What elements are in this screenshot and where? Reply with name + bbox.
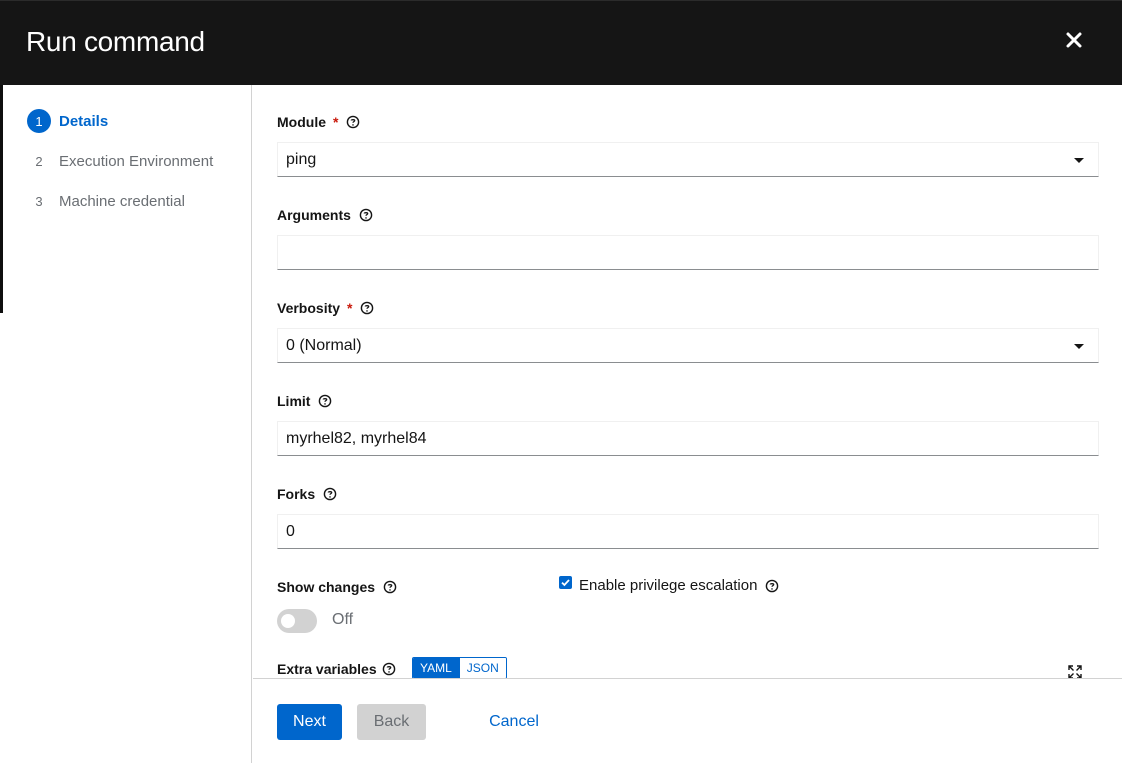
back-button[interactable]: Back <box>357 704 426 740</box>
help-icon[interactable] <box>318 394 332 408</box>
forks-label: Forks <box>277 486 337 502</box>
caret-down-icon <box>1074 158 1084 163</box>
wizard-footer: Next Back Cancel <box>253 678 1122 763</box>
help-icon[interactable] <box>346 115 360 129</box>
help-icon[interactable] <box>765 579 779 593</box>
show-changes-label: Show changes <box>277 579 397 595</box>
forks-input[interactable]: 0 <box>277 514 1099 549</box>
step-number: 1 <box>27 109 51 133</box>
help-icon[interactable] <box>383 580 397 594</box>
arguments-label: Arguments <box>277 207 373 223</box>
close-icon[interactable] <box>1064 30 1084 50</box>
help-icon[interactable] <box>360 301 374 315</box>
wizard-nav: 1 Details 2 Execution Environment 3 Mach… <box>3 85 252 763</box>
privilege-escalation-label: Enable privilege escalation <box>579 577 779 594</box>
step-label: Execution Environment <box>59 152 214 170</box>
step-label: Machine credential <box>59 192 185 210</box>
extra-variables-label: Extra variables <box>277 661 396 677</box>
toggle-state-label: Off <box>332 611 354 628</box>
next-button[interactable]: Next <box>277 704 342 740</box>
modal-title: Run command <box>26 26 205 57</box>
help-icon[interactable] <box>323 487 337 501</box>
module-select[interactable]: ping <box>277 142 1099 177</box>
wizard-step-machine-credential[interactable]: 3 Machine credential <box>27 189 185 213</box>
wizard-step-execution-environment[interactable]: 2 Execution Environment <box>27 149 213 173</box>
yaml-toggle[interactable]: YAML <box>413 658 459 678</box>
verbosity-select[interactable]: 0 (Normal) <box>277 328 1099 363</box>
json-toggle[interactable]: JSON <box>458 658 506 678</box>
arguments-input[interactable] <box>277 235 1099 270</box>
cancel-button[interactable]: Cancel <box>481 704 547 740</box>
privilege-escalation-checkbox[interactable] <box>559 576 572 589</box>
limit-input[interactable]: myrhel82, myrhel84 <box>277 421 1099 456</box>
wizard-step-details[interactable]: 1 Details <box>27 109 108 133</box>
checkmark-icon <box>561 579 570 587</box>
modal-header: Run command <box>0 0 1122 85</box>
step-number: 3 <box>35 193 43 209</box>
step-number: 2 <box>35 153 43 169</box>
caret-down-icon <box>1074 344 1084 349</box>
verbosity-label: Verbosity * <box>277 300 374 316</box>
module-label: Module * <box>277 114 360 130</box>
help-icon[interactable] <box>382 662 396 676</box>
limit-label: Limit <box>277 393 332 409</box>
help-icon[interactable] <box>359 208 373 222</box>
format-toggle-group: YAML JSON <box>412 657 507 679</box>
expand-icon[interactable] <box>1068 665 1082 679</box>
step-label: Details <box>59 112 109 130</box>
show-changes-toggle[interactable] <box>277 609 317 633</box>
